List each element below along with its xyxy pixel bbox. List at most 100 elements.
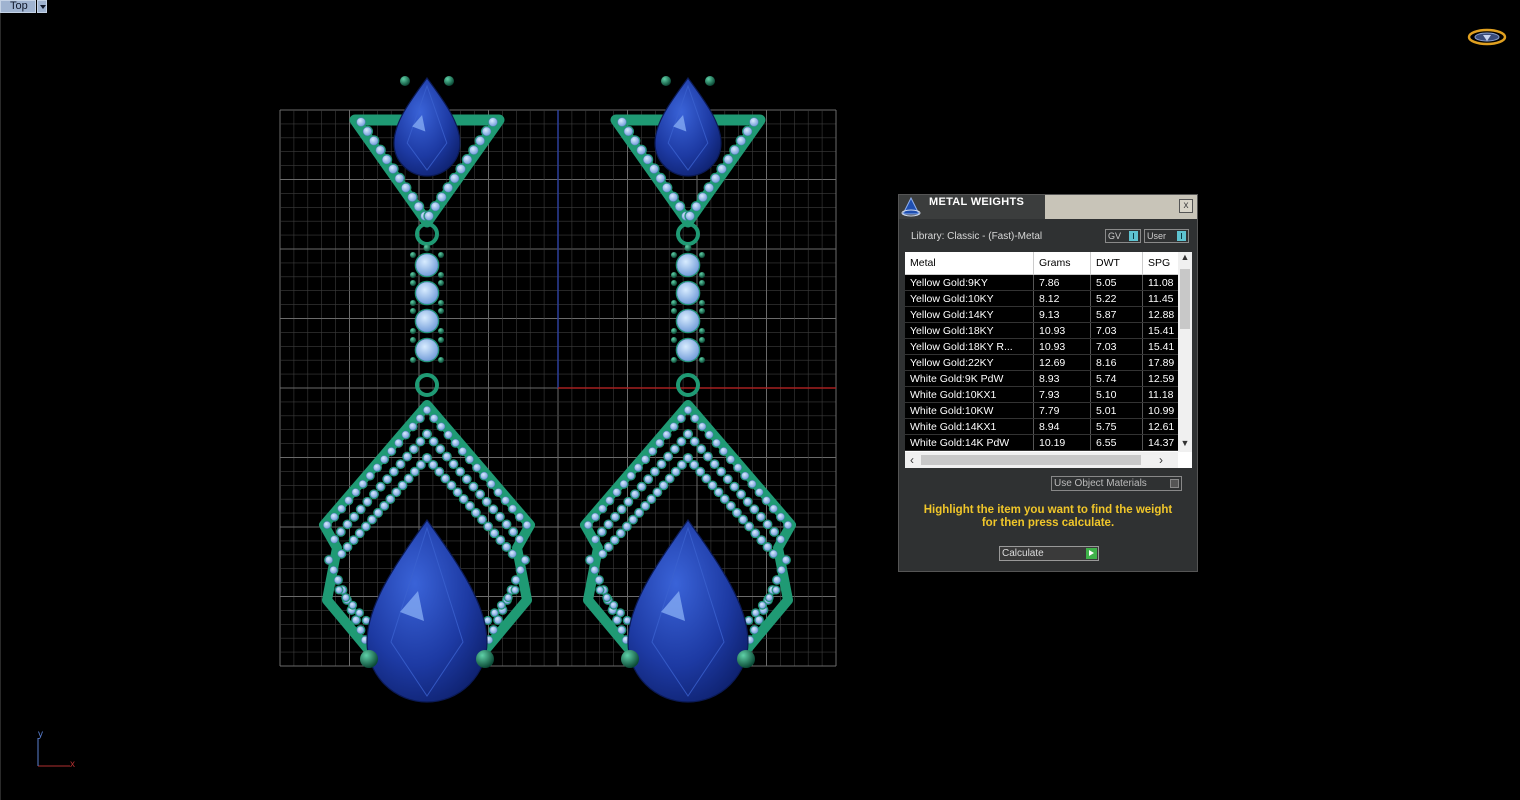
diamond-stone — [484, 616, 492, 624]
table-row[interactable]: Yellow Gold:9KY 7.86 5.05 11.08 — [905, 274, 1189, 291]
panel-titlebar[interactable]: METAL WEIGHTS x — [899, 195, 1197, 219]
metal-cell: Yellow Gold:14KY — [905, 306, 1034, 323]
diamond-stone — [636, 145, 646, 155]
diamond-stone — [355, 529, 364, 538]
diamond-stone — [487, 480, 496, 488]
toggle-switch-icon — [1177, 231, 1186, 241]
metal-cell: White Gold:10KX1 — [905, 386, 1034, 403]
diamond-stone — [711, 173, 721, 183]
diamond-stone — [462, 155, 472, 165]
table-row[interactable]: White Gold:14K PdW 10.19 6.55 14.37 — [905, 434, 1189, 451]
diamond-stone — [388, 164, 398, 174]
diamond-stone — [358, 480, 367, 488]
diamond-stone — [743, 126, 753, 136]
table-row[interactable]: White Gold:10KW 7.79 5.01 10.99 — [905, 402, 1189, 419]
diamond-stone — [449, 460, 458, 468]
metal-bead — [671, 300, 677, 306]
diamond-stone — [733, 508, 741, 517]
metal-bead — [671, 337, 677, 343]
diamond-stone — [623, 126, 633, 136]
diamond-stone — [616, 529, 625, 538]
table-row[interactable]: Yellow Gold:14KY 9.13 5.87 12.88 — [905, 306, 1189, 323]
diamond-stone — [657, 460, 666, 468]
earring-model[interactable] — [319, 76, 535, 703]
use-object-materials-toggle[interactable]: Use Object Materials — [1051, 476, 1182, 491]
diamond-stone — [325, 556, 333, 564]
diamond-stone — [417, 460, 425, 469]
table-row[interactable]: Yellow Gold:10KY 8.12 5.22 11.45 — [905, 290, 1189, 307]
metal-weights-panel: METAL WEIGHTS x Library: Classic - (Fast… — [898, 194, 1198, 572]
metal-bead — [438, 280, 444, 286]
diamond-stone — [591, 512, 599, 521]
diamond-stone — [469, 482, 478, 491]
diamond-stone — [403, 452, 411, 461]
axis-label-y: y — [38, 729, 43, 740]
diamond-stone — [696, 467, 705, 476]
diamond-stone — [723, 475, 732, 484]
vertical-scrollbar[interactable]: ▲ ▼ — [1178, 252, 1192, 452]
diamond-stone — [401, 183, 411, 193]
axis-label-x: x — [70, 759, 75, 770]
diamond-stone — [410, 467, 419, 476]
diamond-stone — [504, 594, 512, 602]
diamond-stone — [352, 616, 360, 624]
table-row[interactable]: White Gold:9K PdW 8.93 5.74 12.59 — [905, 370, 1189, 387]
metal-cell: Yellow Gold:18KY R... — [905, 338, 1034, 355]
column-header-grams[interactable]: Grams — [1033, 252, 1091, 275]
table-row[interactable]: Yellow Gold:18KY R... 10.93 7.03 15.41 — [905, 338, 1189, 355]
user-toggle[interactable]: User — [1144, 229, 1189, 243]
table-row[interactable]: Yellow Gold:22KY 12.69 8.16 17.89 — [905, 354, 1189, 371]
diamond-stone — [597, 528, 606, 536]
diamond-stone — [769, 504, 778, 513]
diamond-stone — [374, 508, 382, 517]
diamond-stone — [755, 488, 764, 496]
diamond-stone — [598, 504, 607, 513]
column-header-metal[interactable]: Metal — [905, 252, 1034, 275]
scroll-up-icon[interactable]: ▲ — [1178, 252, 1192, 266]
diamond-stone — [627, 471, 635, 480]
scroll-thumb-horizontal[interactable] — [921, 455, 1141, 465]
diamond-stone — [757, 536, 766, 544]
earring-model[interactable] — [580, 76, 796, 703]
viewport-canvas[interactable] — [0, 0, 1520, 800]
grams-cell: 10.93 — [1033, 322, 1091, 339]
dwt-cell: 5.05 — [1090, 274, 1143, 291]
dwt-cell: 5.74 — [1090, 370, 1143, 387]
diamond-stone — [430, 202, 440, 212]
diamond-stone — [617, 505, 626, 514]
diamond-stone — [330, 512, 338, 521]
scroll-left-icon[interactable]: ‹ — [905, 452, 919, 468]
navigation-compass-icon[interactable] — [1467, 27, 1507, 47]
table-row[interactable]: Yellow Gold:18KY 10.93 7.03 15.41 — [905, 322, 1189, 339]
calculate-button[interactable]: Calculate — [999, 546, 1099, 561]
metal-bead — [360, 650, 378, 668]
metal-bead — [438, 337, 444, 343]
diamond-stone — [370, 490, 378, 499]
metal-bead — [438, 357, 444, 363]
diamond-stone — [736, 136, 746, 146]
scroll-thumb[interactable] — [1180, 269, 1190, 329]
diamond-stone — [664, 452, 672, 461]
column-header-dwt[interactable]: DWT — [1090, 252, 1143, 275]
diamond-stone — [478, 515, 486, 524]
metal-bead — [423, 244, 431, 252]
diamond-stone — [444, 430, 453, 439]
diamond-stone — [675, 202, 685, 212]
diamond-stone — [424, 211, 434, 221]
close-button[interactable]: x — [1179, 199, 1193, 213]
diamond-stone — [617, 626, 626, 634]
horizontal-scrollbar[interactable]: ‹ › — [905, 452, 1178, 468]
metal-bead — [438, 272, 444, 278]
diamond-stone — [684, 406, 692, 414]
gv-toggle[interactable]: GV — [1105, 229, 1141, 243]
diamond-stone — [369, 136, 379, 146]
table-row[interactable]: White Gold:14KX1 8.94 5.75 12.61 — [905, 418, 1189, 435]
scroll-down-icon[interactable]: ▼ — [1178, 438, 1192, 452]
table-row[interactable]: White Gold:10KX1 7.93 5.10 11.18 — [905, 386, 1189, 403]
grams-cell: 10.93 — [1033, 338, 1091, 355]
diamond-stone — [708, 481, 717, 490]
diamond-stone — [368, 515, 376, 524]
scroll-right-icon[interactable]: › — [1154, 452, 1168, 468]
diamond-stone — [443, 452, 451, 461]
diamond-stone — [473, 463, 481, 472]
